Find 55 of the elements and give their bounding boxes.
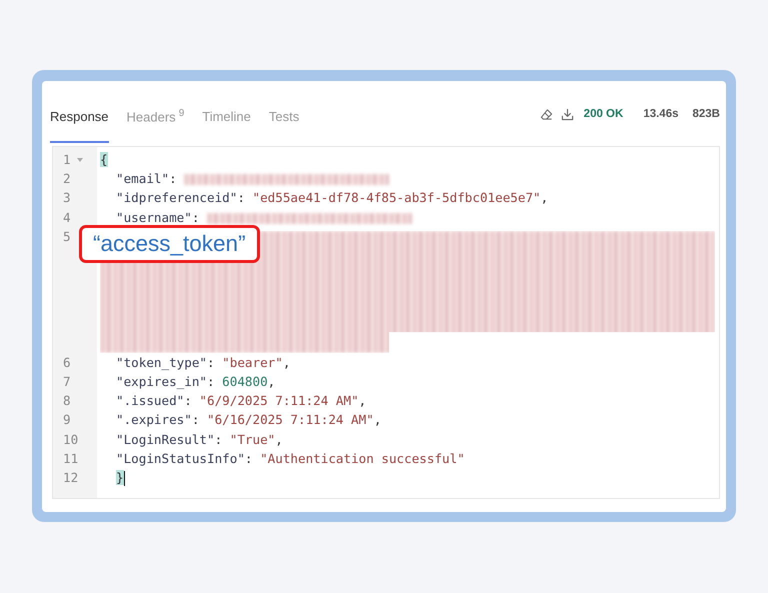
- punctuation: :: [192, 412, 200, 428]
- punctuation: :: [184, 393, 193, 408]
- line-number: 6: [63, 354, 71, 372]
- json-string: "True": [230, 432, 276, 447]
- line-number: 4: [63, 208, 71, 227]
- punctuation: :: [207, 354, 216, 370]
- punctuation: :: [214, 432, 224, 447]
- punctuation: :: [207, 374, 216, 390]
- punctuation: :: [169, 171, 178, 186]
- json-key: "email": [116, 171, 170, 186]
- json-string: "ed55ae41-df78-4f85-ab3f-5dfbc01ee5e7": [252, 190, 541, 206]
- callout-label: “access_token”: [79, 225, 260, 263]
- line-number: 1: [63, 151, 71, 169]
- line-number: 9: [63, 411, 71, 430]
- json-string: "bearer": [222, 354, 283, 370]
- tab[interactable]: Timeline: [202, 85, 251, 143]
- tab[interactable]: Tests: [268, 85, 300, 143]
- punctuation: ,: [268, 374, 276, 390]
- line-number: 3: [63, 189, 71, 208]
- response-size: 823B: [692, 108, 720, 120]
- json-key: ".issued": [116, 393, 184, 408]
- line-number: 12: [63, 469, 78, 488]
- json-string: "6/9/2025 7:11:24 AM": [199, 393, 359, 408]
- punctuation: ,: [358, 393, 366, 408]
- punctuation: ,: [540, 190, 548, 206]
- json-string: "6/16/2025 7:11:24 AM": [207, 412, 374, 428]
- punctuation: :: [192, 210, 200, 225]
- punctuation: :: [244, 450, 254, 466]
- json-key: "username": [116, 210, 192, 225]
- json-key: "token_type": [116, 354, 207, 370]
- punctuation: ,: [282, 354, 290, 370]
- line-number: 11: [63, 450, 78, 468]
- json-number: 604800: [222, 374, 268, 390]
- punctuation: :: [237, 190, 246, 206]
- json-key: ".expires": [116, 412, 192, 428]
- brace: {: [100, 152, 108, 167]
- response-time: 13.46s: [643, 108, 678, 120]
- line-number: 7: [63, 373, 71, 392]
- line-number: 10: [63, 430, 78, 449]
- json-key: "LoginResult": [116, 432, 215, 447]
- brace: }: [116, 470, 124, 486]
- json-key: "expires_in": [116, 374, 207, 390]
- eraser-icon[interactable]: [540, 108, 553, 120]
- line-number: 5: [63, 228, 71, 246]
- punctuation: ,: [374, 412, 382, 428]
- status-code: 200 OK: [584, 108, 624, 120]
- json-key: "idpreferenceid": [116, 190, 238, 206]
- json-string: "Authentication successful": [260, 450, 465, 466]
- line-number: 8: [63, 392, 71, 410]
- tab[interactable]: Response: [50, 85, 109, 143]
- punctuation: ,: [275, 432, 283, 447]
- download-icon[interactable]: [560, 108, 574, 120]
- json-key: "LoginStatusInfo": [116, 450, 245, 466]
- line-number: 2: [63, 170, 71, 188]
- tab[interactable]: Headers $^{9}$: [126, 85, 184, 143]
